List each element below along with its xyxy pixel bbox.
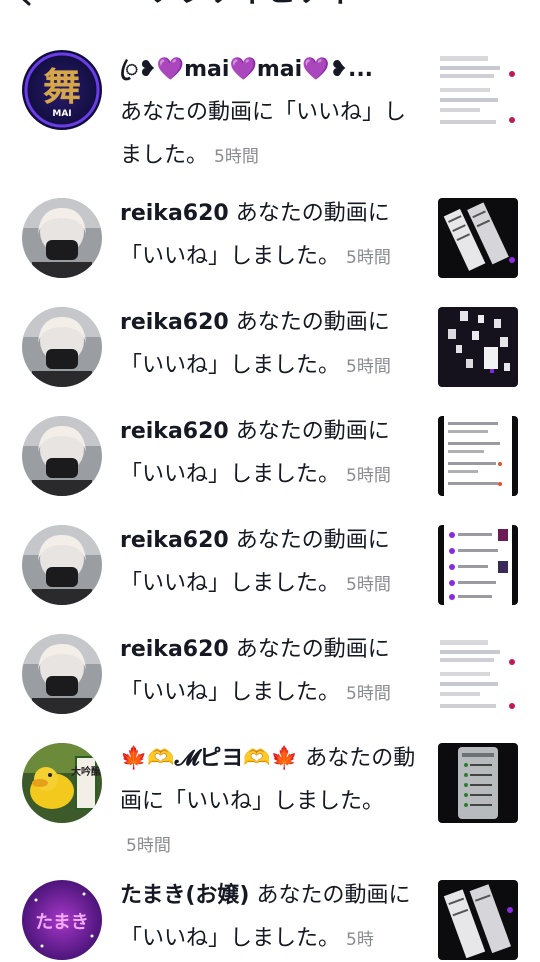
video-thumbnail[interactable] — [438, 634, 518, 714]
avatar[interactable] — [22, 634, 102, 714]
notification-text: reika620 あなたの動画に「いいね」しました。 5時間 — [120, 301, 420, 389]
video-thumbnail[interactable] — [438, 307, 518, 387]
notification-row[interactable]: reika620 あなたの動画に「いいね」しました。 5時間 — [0, 299, 540, 408]
avatar-reika-image — [22, 634, 102, 714]
notification-row[interactable]: 舞 MAI ꦿ❥💜mai💜mai💜❥... あなたの動画に「いいね」しました。 5… — [0, 40, 540, 190]
notification-text: reika620 あなたの動画に「いいね」しました。 5時間 — [120, 628, 420, 716]
avatar[interactable] — [22, 525, 102, 605]
username[interactable]: reika620 — [120, 310, 229, 335]
avatar-tamaki-image: たまき — [22, 880, 102, 960]
avatar[interactable]: 舞 MAI — [22, 50, 102, 130]
username[interactable]: reika620 — [120, 201, 229, 226]
notification-row[interactable]: 大吟醸 🍁🫶𝓜ピヨ🫶🍁 あなたの動画に「いいね」しました。5時間 — [0, 735, 540, 872]
thumbnail-image — [438, 416, 518, 496]
chevron-left-icon[interactable] — [14, 0, 36, 6]
timestamp: 5時間 — [346, 248, 391, 268]
username[interactable]: たまき(お嬢) — [120, 883, 249, 908]
thumbnail-image — [438, 307, 518, 387]
timestamp: 5時間 — [346, 357, 391, 377]
username[interactable]: reika620 — [120, 637, 229, 662]
notification-text: 🍁🫶𝓜ピヨ🫶🍁 あなたの動画に「いいね」しました。5時間 — [120, 737, 420, 868]
avatar-reika-image — [22, 416, 102, 496]
notification-text: reika620 あなたの動画に「いいね」しました。 5時間 — [120, 192, 420, 280]
timestamp: 5時 — [346, 930, 374, 950]
video-thumbnail[interactable] — [438, 416, 518, 496]
avatar[interactable]: たまき — [22, 880, 102, 960]
thumbnail-image — [438, 634, 518, 714]
video-thumbnail[interactable] — [438, 525, 518, 605]
avatar-mai-image: 舞 MAI — [22, 50, 102, 130]
timestamp: 5時間 — [346, 684, 391, 704]
timestamp: 5時間 — [214, 147, 259, 167]
notification-row[interactable]: reika620 あなたの動画に「いいね」しました。 5時間 — [0, 626, 540, 735]
notification-row[interactable]: reika620 あなたの動画に「いいね」しました。 5時間 — [0, 408, 540, 517]
thumbnail-image — [438, 50, 518, 130]
avatar-sub: MAI — [52, 109, 71, 119]
notification-row[interactable]: reika620 あなたの動画に「いいね」しました。 5時間 — [0, 190, 540, 299]
avatar[interactable] — [22, 307, 102, 387]
video-thumbnail[interactable] — [438, 50, 518, 130]
thumbnail-image — [438, 525, 518, 605]
username[interactable]: 🍁🫶𝓜ピヨ🫶🍁 — [120, 746, 298, 771]
avatar[interactable]: 大吟醸 — [22, 743, 102, 823]
timestamp: 5時間 — [346, 466, 391, 486]
username[interactable]: reika620 — [120, 419, 229, 444]
avatar-reika-image — [22, 307, 102, 387]
video-thumbnail[interactable] — [438, 743, 518, 823]
notification-text: reika620 あなたの動画に「いいね」しました。 5時間 — [120, 410, 420, 498]
avatar[interactable] — [22, 416, 102, 496]
avatar-kanji: たまき — [35, 912, 88, 933]
header: アクティビティ — [0, 0, 540, 20]
video-thumbnail[interactable] — [438, 880, 518, 960]
notification-row[interactable]: たまき たまき(お嬢) あなたの動画に「いいね」しました。 5時 — [0, 872, 540, 960]
avatar-reika-image — [22, 198, 102, 278]
timestamp: 5時間 — [346, 575, 391, 595]
avatar[interactable] — [22, 198, 102, 278]
username[interactable]: reika620 — [120, 528, 229, 553]
thumbnail-image — [438, 743, 518, 823]
page-title: アクティビティ — [150, 0, 355, 10]
action-text: あなたの動画に「いいね」しました。 — [120, 100, 407, 168]
notification-text: reika620 あなたの動画に「いいね」しました。 5時間 — [120, 519, 420, 607]
avatar-sign: 大吟醸 — [71, 765, 102, 778]
timestamp: 5時間 — [126, 836, 171, 856]
video-thumbnail[interactable] — [438, 198, 518, 278]
avatar-reika-image — [22, 525, 102, 605]
notification-row[interactable]: reika620 あなたの動画に「いいね」しました。 5時間 — [0, 517, 540, 626]
avatar-piyo-image: 大吟醸 — [22, 743, 102, 823]
notification-text: たまき(お嬢) あなたの動画に「いいね」しました。 5時 — [120, 874, 420, 962]
thumbnail-image — [438, 198, 518, 278]
thumbnail-image — [438, 880, 518, 960]
notification-text: ꦿ❥💜mai💜mai💜❥... あなたの動画に「いいね」しました。 5時間 — [120, 48, 420, 179]
avatar-kanji: 舞 — [43, 64, 81, 109]
username[interactable]: ꦿ❥💜mai💜mai💜❥... — [120, 57, 373, 82]
